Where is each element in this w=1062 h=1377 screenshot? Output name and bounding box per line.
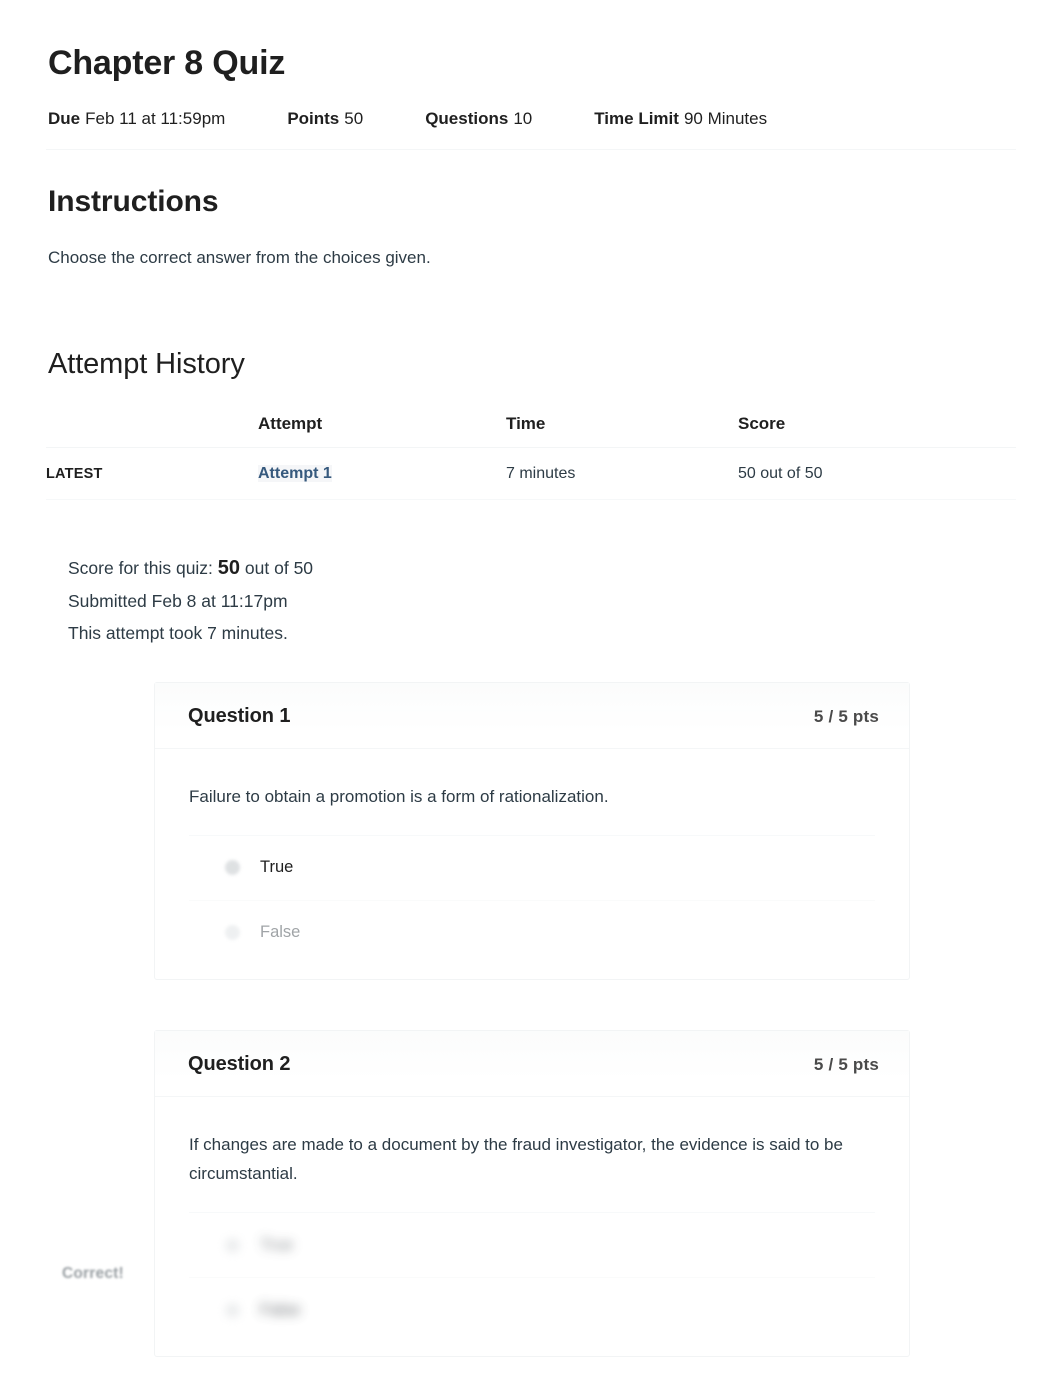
meta-questions-value: 10	[513, 109, 533, 129]
submitted-line: Submitted Feb 8 at 11:17pm	[68, 590, 288, 611]
question-points-2: 5 / 5 pts	[813, 1054, 879, 1074]
score-line: Score for this quiz: 50 out of 50	[68, 550, 1016, 586]
question-header-1: Question 1 5 / 5 pts	[155, 682, 909, 749]
attempt-history-table: Attempt Time Score LATEST Attempt 1 7 mi…	[46, 407, 1016, 500]
score-value: 50	[217, 556, 241, 579]
meta-points-label: Points	[287, 109, 340, 129]
meta-time-limit: Time Limit 90 Minutes	[594, 109, 767, 129]
column-header-time: Time	[506, 407, 738, 448]
answer-label-false-2: False	[260, 1300, 301, 1319]
column-header-blank	[46, 407, 258, 448]
radio-icon	[225, 1237, 240, 1253]
question-card-1: Question 1 5 / 5 pts Failure to obtain a…	[154, 681, 910, 980]
instructions-text: Choose the correct answer from the choic…	[48, 248, 431, 268]
page-content: Chapter 8 Quiz Due Feb 11 at 11:59pm Poin…	[46, 0, 1016, 1358]
meta-questions: Questions 10	[425, 109, 532, 129]
table-row: LATEST Attempt 1 7 minutes 50 out of 50	[46, 447, 1016, 500]
table-header-row: Attempt Time Score	[46, 407, 1016, 448]
answer-option-false-1[interactable]: False	[189, 899, 875, 965]
meta-points-value: 50	[344, 109, 364, 129]
latest-badge: LATEST	[46, 465, 103, 482]
meta-questions-label: Questions	[425, 109, 509, 129]
header-divider	[46, 149, 1016, 151]
attempt-latest-cell: LATEST	[46, 447, 258, 500]
question-card-2: Question 2 5 / 5 pts If changes are made…	[154, 1029, 910, 1358]
instructions-heading: Instructions	[48, 185, 219, 219]
question-points-1: 5 / 5 pts	[813, 706, 879, 726]
answers-list-2: True False	[189, 1212, 875, 1342]
question-body-2: If changes are made to a document by the…	[155, 1097, 909, 1356]
attempt-1-link[interactable]: Attempt 1	[258, 464, 332, 482]
question-name-1: Question 1	[188, 704, 291, 727]
radio-icon	[225, 925, 240, 941]
meta-points: Points 50	[287, 109, 363, 129]
page-title: Chapter 8 Quiz	[48, 44, 286, 82]
score-prefix: Score for this quiz:	[68, 557, 213, 578]
radio-icon	[225, 860, 240, 876]
column-header-attempt: Attempt	[258, 407, 506, 448]
attempt-history-heading: Attempt History	[48, 347, 245, 380]
column-header-score: Score	[738, 407, 1016, 448]
quiz-results-page: Chapter 8 Quiz Due Feb 11 at 11:59pm Poin…	[0, 0, 1062, 1377]
meta-time-limit-value: 90 Minutes	[683, 109, 768, 129]
meta-time-limit-label: Time Limit	[594, 109, 679, 129]
answer-option-true-1[interactable]: True	[189, 836, 875, 900]
answer-label-true-1: True	[260, 858, 294, 877]
question-header-2: Question 2 5 / 5 pts	[155, 1030, 909, 1097]
answer-label-false-1: False	[260, 923, 301, 942]
meta-due-value: Feb 11 at 11:59pm	[85, 109, 226, 129]
answer-option-true-2[interactable]: True	[189, 1213, 875, 1277]
attempt-name-cell: Attempt 1	[258, 447, 506, 500]
answer-label-true-2: True	[260, 1235, 294, 1254]
answers-list-1: True False	[189, 834, 875, 965]
question-name-2: Question 2	[188, 1052, 291, 1075]
question-text-2: If changes are made to a document by the…	[189, 1134, 843, 1184]
duration-line: This attempt took 7 minutes.	[68, 622, 288, 643]
attempt-time-cell: 7 minutes	[506, 447, 738, 500]
question-body-1: Failure to obtain a promotion is a form …	[155, 749, 909, 979]
quiz-meta-row: Due Feb 11 at 11:59pm Points 50 Questions 1…	[48, 109, 1016, 143]
questions-list: Question 1 5 / 5 pts Failure to obtain a…	[154, 681, 910, 1358]
question-text-1: Failure to obtain a promotion is a form …	[189, 786, 609, 806]
answer-option-false-2[interactable]: False	[189, 1277, 875, 1342]
radio-icon	[225, 1302, 240, 1318]
meta-due: Due Feb 11 at 11:59pm	[48, 109, 225, 129]
correct-feedback-flag: Correct!	[62, 1265, 124, 1282]
attempt-score-cell: 50 out of 50	[738, 447, 1016, 500]
score-summary: Score for this quiz: 50 out of 50 Submit…	[68, 550, 1016, 650]
score-suffix: out of 50	[244, 557, 314, 578]
meta-due-label: Due	[48, 109, 81, 129]
